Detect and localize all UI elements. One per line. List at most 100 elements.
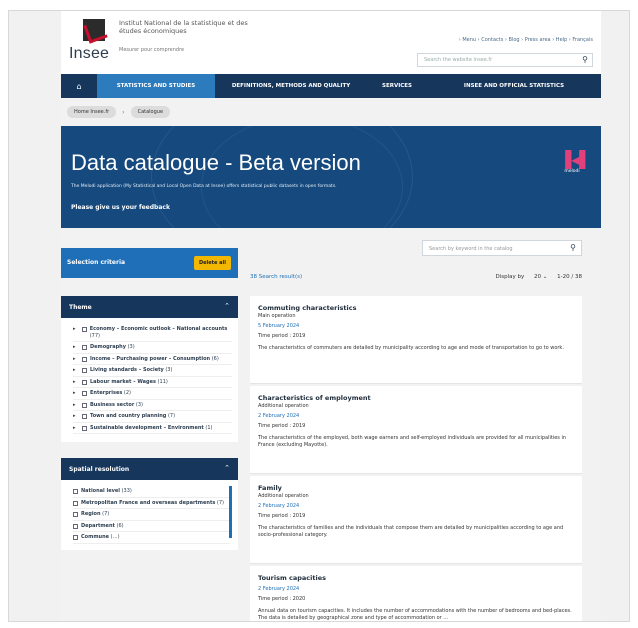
spatial-item[interactable]: Commune (…)	[73, 532, 230, 544]
result-card[interactable]: Characteristics of employment Additional …	[250, 386, 582, 474]
site-search-placeholder: Search the website insee.fr	[424, 57, 493, 63]
checkbox[interactable]	[82, 391, 87, 396]
theme-item[interactable]: ▸ Income – Purchasing power – Consumption…	[73, 354, 232, 365]
display-by-select[interactable]: 20 ⌄	[534, 274, 547, 280]
spatial-item[interactable]: Department (6)	[73, 521, 230, 532]
search-icon[interactable]: ⚲	[570, 243, 576, 252]
checkbox[interactable]	[73, 535, 78, 540]
filter-sidebar: Selection criteria Delete all Theme ⌃ ▸ E…	[61, 248, 238, 550]
results-list: Commuting characteristics Main operation 5…	[250, 296, 582, 621]
caret-right-icon[interactable]: ▸	[73, 326, 79, 333]
chevron-up-icon[interactable]: ⌃	[224, 302, 230, 310]
spatial-scrollbar[interactable]	[229, 486, 232, 538]
result-card[interactable]: Tourism capacities 2 February 2024 Time pe…	[250, 566, 582, 621]
checkbox[interactable]	[82, 345, 87, 350]
breadcrumb-catalogue[interactable]: Catalogue	[130, 106, 171, 118]
checkbox[interactable]	[73, 523, 78, 529]
theme-item-text: Sustainable development – Environment (1…	[90, 425, 213, 432]
theme-item[interactable]: ▸ Business sector (3)	[73, 400, 232, 411]
spatial-panel-header[interactable]: Spatial resolution ⌃	[61, 458, 238, 480]
theme-item-count: (1)	[205, 424, 213, 431]
selection-criteria-title: Selection criteria	[67, 259, 126, 266]
spatial-item-count: (6)	[116, 522, 124, 529]
caret-right-icon[interactable]: ▸	[73, 367, 79, 374]
nav-definitions-methods-quality[interactable]: DEFINITIONS, METHODS AND QUALITY	[215, 74, 367, 98]
chevron-up-icon[interactable]: ⌃	[224, 464, 230, 472]
top-links[interactable]: › Menu › Contacts › Blog › Press area › …	[459, 37, 593, 43]
theme-item[interactable]: ▸ Demography (3)	[73, 342, 232, 354]
caret-right-icon[interactable]: ▸	[73, 390, 79, 397]
institute-tagline-link[interactable]: Mesurer pour comprendre	[119, 47, 184, 53]
theme-item[interactable]: ▸ Living standards – Society (3)	[73, 365, 232, 377]
spatial-item-label: Region	[81, 511, 101, 517]
nav-insee-official-statistics[interactable]: INSEE AND OFFICIAL STATISTICS	[427, 74, 601, 98]
theme-panel-header[interactable]: Theme ⌃	[61, 296, 238, 318]
checkbox[interactable]	[82, 379, 87, 385]
screenshot-frame: Insee Institut National de la statistiqu…	[8, 10, 630, 622]
theme-item[interactable]: ▸ Labour market – Wages (11)	[73, 377, 232, 388]
checkbox[interactable]	[73, 489, 78, 494]
theme-item[interactable]: ▸ Sustainable development – Environment (…	[73, 423, 232, 434]
result-title[interactable]: Tourism capacities	[258, 574, 574, 582]
home-icon[interactable]: ⌂	[61, 74, 97, 98]
result-date: 2 February 2024	[258, 503, 300, 509]
search-icon[interactable]: ⚲	[582, 55, 588, 64]
theme-item-label: Economy – Economic outlook – National ac…	[89, 326, 228, 332]
theme-item-label: Enterprises	[90, 390, 123, 396]
spatial-item[interactable]: Metropolitan France and overseas departm…	[73, 498, 230, 509]
spatial-item[interactable]: National level (33)	[73, 486, 230, 498]
site-search-input[interactable]: Search the website insee.fr ⚲	[417, 53, 593, 67]
result-date: 2 February 2024	[258, 413, 300, 419]
caret-right-icon[interactable]: ▸	[73, 402, 79, 409]
result-description: Annual data on tourism capacities. It in…	[258, 608, 572, 621]
result-card[interactable]: Commuting characteristics Main operation 5…	[250, 296, 582, 384]
theme-item[interactable]: ▸ Enterprises (2)	[73, 388, 232, 400]
spatial-item-label: Commune	[81, 534, 110, 540]
theme-item-text: Labour market – Wages (11)	[90, 379, 168, 386]
checkbox[interactable]	[73, 500, 78, 506]
caret-right-icon[interactable]: ▸	[73, 356, 79, 363]
nav-services[interactable]: SERVICES	[367, 74, 427, 98]
keyword-search-placeholder: Search by keyword in the catalog	[429, 246, 513, 252]
checkbox[interactable]	[82, 425, 87, 431]
breadcrumb-home[interactable]: Home Insee.fr	[67, 106, 117, 118]
caret-right-icon[interactable]: ▸	[73, 344, 79, 351]
delete-all-button[interactable]: Delete all	[194, 256, 231, 270]
theme-item-count: (77)	[89, 332, 100, 339]
theme-item-label: Income – Purchasing power – Consumption	[90, 355, 211, 362]
result-title[interactable]: Commuting characteristics	[258, 304, 574, 312]
caret-right-icon[interactable]: ▸	[73, 425, 79, 432]
result-card[interactable]: Family Additional operation 2 February 202…	[250, 476, 582, 564]
insee-logo[interactable]: Insee	[69, 17, 115, 67]
spatial-item-text: Region (7)	[81, 511, 109, 518]
feedback-link[interactable]: Please give us your feedback	[71, 204, 170, 211]
theme-item-text: Living standards – Society (3)	[90, 367, 172, 374]
theme-item-label: Labour market – Wages	[90, 378, 157, 385]
checkbox[interactable]	[73, 512, 78, 517]
theme-item-text: Income – Purchasing power – Consumption …	[90, 356, 219, 363]
result-period: Time period : 2019	[258, 513, 306, 519]
result-title[interactable]: Family	[258, 484, 574, 492]
checkbox[interactable]	[81, 327, 87, 332]
result-title[interactable]: Characteristics of employment	[258, 394, 574, 402]
checkbox[interactable]	[82, 368, 87, 373]
caret-right-icon[interactable]: ▸	[73, 413, 79, 420]
keyword-search-input[interactable]: Search by keyword in the catalog ⚲	[422, 240, 582, 256]
results-count: 38 Search result(s)	[250, 274, 303, 280]
logo-word: Insee	[69, 45, 110, 62]
page: Insee Institut National de la statistiqu…	[61, 11, 601, 621]
spatial-item[interactable]: Region (7)	[73, 509, 230, 521]
theme-item[interactable]: ▸ Economy – Economic outlook – National a…	[73, 324, 232, 342]
theme-item-text: Enterprises (2)	[90, 390, 131, 397]
top-header: Insee Institut National de la statistiqu…	[61, 11, 601, 74]
spatial-item-count: (7)	[216, 499, 225, 506]
nav-statistics-and-studies[interactable]: STATISTICS AND STUDIES	[97, 74, 215, 98]
checkbox[interactable]	[82, 402, 87, 408]
caret-right-icon[interactable]: ▸	[73, 379, 79, 386]
spatial-item-text: Department (6)	[81, 523, 124, 530]
theme-item-text: Demography (3)	[90, 344, 135, 351]
checkbox[interactable]	[82, 414, 87, 419]
checkbox[interactable]	[82, 356, 87, 362]
theme-item[interactable]: ▸ Town and country planning (7)	[73, 411, 232, 423]
spatial-item-text: Metropolitan France and overseas departm…	[81, 500, 224, 507]
